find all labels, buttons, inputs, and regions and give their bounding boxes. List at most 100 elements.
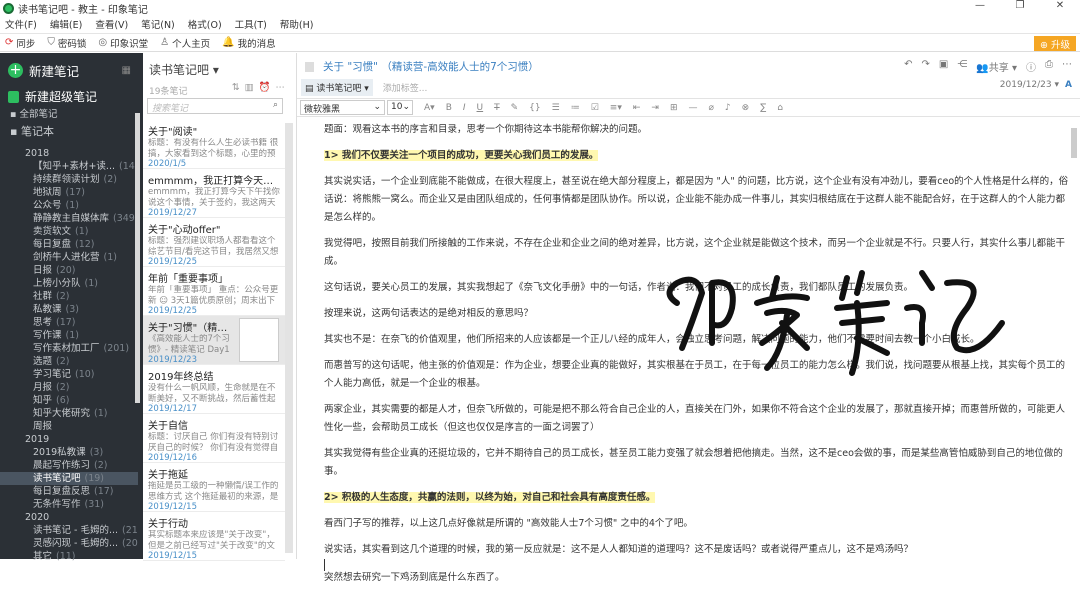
sidebar-item[interactable]: 地狱周 (17)	[0, 186, 138, 199]
note-list-item[interactable]: 关于自信标题：讨厌自己 你们有没有特别讨厌自己的时候？ 你们有没有觉得自己特别.…	[143, 414, 285, 463]
note-title[interactable]: 关于 "习惯" （精读营-高效能人士的7个习惯）	[305, 59, 539, 74]
more-icon[interactable]: ⋯	[1062, 59, 1072, 74]
link-icon[interactable]: ⊗	[742, 103, 750, 113]
attach-icon[interactable]: ⌀	[708, 103, 713, 113]
share-button[interactable]: 👥共享 ▾	[976, 59, 1017, 74]
sidebar-item[interactable]: 2019私教课 (3)	[0, 446, 138, 459]
sidebar-item[interactable]: 读书笔记 - 毛姆的...(21)	[0, 524, 138, 537]
menu-item[interactable]: 查看(V)	[95, 17, 128, 32]
sidebar-item[interactable]: 知乎 (6)	[0, 394, 138, 407]
align-icon[interactable]: ≡▾	[610, 103, 622, 113]
divider-icon[interactable]: —	[688, 103, 697, 113]
math-icon[interactable]: ∑	[760, 103, 766, 113]
sidebar-item[interactable]: 其它 (11)	[0, 550, 138, 563]
outdent-icon[interactable]: ⇤	[633, 103, 641, 113]
table-icon[interactable]: ⊞	[670, 103, 678, 113]
sidebar-item[interactable]: 上榜小分队 (1)	[0, 277, 138, 290]
note-body[interactable]: 题面：观看这本书的序言和目录，思考一个你期待这本书能帮你解决的问题。 1> 我们不…	[324, 121, 1069, 595]
bold-icon[interactable]: B	[446, 103, 452, 113]
info-icon[interactable]: ⓘ	[1026, 59, 1036, 74]
sidebar-item[interactable]: 思考 (17)	[0, 316, 138, 329]
sidebar-item[interactable]: 选题 (2)	[0, 355, 138, 368]
toolbar-button[interactable]: ♙ 个人主页	[160, 36, 210, 50]
note-list-item[interactable]: emmmm，我正打算今天下午找...emmmm，我正打算今天下午找你说这个事情，…	[143, 169, 285, 218]
search-icon[interactable]: ⌕	[273, 100, 278, 110]
note-list-item[interactable]: 关于"心动offer" 标题：强烈建议职场人都看看这个综艺节目/看完这节目，我居然…	[143, 218, 285, 267]
underline-icon[interactable]: U	[477, 103, 484, 113]
sidebar-item[interactable]: 写作素材加工厂 (201)	[0, 342, 138, 355]
sidebar-item[interactable]: 2019	[0, 433, 138, 446]
add-tag-input[interactable]: 添加标签...	[383, 81, 428, 94]
notebook-selector[interactable]: ▤ 读书笔记吧 ▾	[301, 79, 373, 96]
sidebar-item[interactable]: 知乎大佬研究 (1)	[0, 407, 138, 420]
numbered-list-icon[interactable]: ≔	[571, 103, 580, 113]
list-options[interactable]: ⇅▥⏰⋯	[232, 82, 290, 93]
strikethrough-icon[interactable]: T	[494, 103, 500, 113]
sidebar-item[interactable]: 读书笔记吧 (19)	[0, 472, 138, 485]
notebook-title[interactable]: 读书笔记吧 ▾	[149, 61, 219, 78]
note-list-item[interactable]: 关于"阅读"标题：有没有什么人生必读书籍 很搞，大家看到这个标题，心里的预期一定…	[143, 120, 285, 169]
bullet-list-icon[interactable]: ☰	[552, 103, 560, 113]
editor-scrollbar[interactable]	[1071, 128, 1077, 158]
code-icon[interactable]: {}	[529, 103, 540, 113]
sidebar-item[interactable]: 公众号 (1)	[0, 199, 138, 212]
menu-item[interactable]: 工具(T)	[235, 17, 267, 32]
view-icon[interactable]: ▥	[245, 82, 259, 93]
toolbar-button[interactable]: 🔔 我的消息	[222, 36, 275, 50]
sidebar-item[interactable]: 社群 (2)	[0, 290, 138, 303]
sidebar-item[interactable]: 周报	[0, 420, 138, 433]
sidebar-item[interactable]: 学习笔记 (10)	[0, 368, 138, 381]
sidebar-notebooks[interactable]: ▪ 笔记本	[10, 125, 148, 138]
font-size-select[interactable]: 10 ⌄	[387, 100, 413, 115]
sidebar-item[interactable]: 静静教主自媒体库 (349)	[0, 212, 138, 225]
toolbar-button[interactable]: ⛉ 密码锁	[47, 36, 86, 50]
note-list-item[interactable]: 年前「重要事项」 年前「重要事项」 重点：公众号更新 ☺ 3天1篇优质原创；周末出…	[143, 267, 285, 316]
indent-icon[interactable]: ⇥	[651, 103, 659, 113]
sidebar-item[interactable]: 月报 (2)	[0, 381, 138, 394]
sidebar-item[interactable]: 剑桥牛人进化营 (1)	[0, 251, 138, 264]
sidebar-all-notes[interactable]: ▪ 全部笔记	[10, 108, 148, 121]
reminder-icon[interactable]: ⏰	[259, 82, 276, 93]
grid-icon[interactable]: ▦	[122, 65, 131, 76]
toolbar-button[interactable]: ⟳ 同步	[5, 36, 35, 50]
note-list-item[interactable]: 关于拖延拖延是员工级的一种懒惰/误工作的思维方式 这个拖延最初的来源，是之前在.…	[143, 463, 285, 512]
upgrade-button[interactable]: ⊕ 升级	[1034, 36, 1076, 51]
sidebar-item[interactable]: 灵感闪现 - 毛姆的...(20)	[0, 537, 138, 550]
stamp-icon[interactable]: ⌂	[777, 103, 783, 113]
note-title-text[interactable]: 关于 "习惯" （精读营-高效能人士的7个习惯）	[323, 59, 539, 74]
sidebar-item[interactable]: 【知乎+素材+读... (14)	[0, 160, 138, 173]
sidebar-item[interactable]: 日报 (20)	[0, 264, 138, 277]
close-button[interactable]: ✕	[1040, 0, 1080, 11]
sort-icon[interactable]: ⇅	[232, 82, 245, 93]
italic-icon[interactable]: I	[463, 103, 466, 113]
sidebar-item[interactable]: 2018	[0, 147, 138, 160]
sidebar-item[interactable]: 私教课 (3)	[0, 303, 138, 316]
sidebar-scrollbar[interactable]	[135, 113, 140, 403]
undo-icon[interactable]: ↶	[904, 59, 912, 74]
sidebar-item[interactable]: 卖货软文 (1)	[0, 225, 138, 238]
toolbar-button[interactable]: ◎ 印象识堂	[98, 36, 148, 50]
more-icon[interactable]: ⋯	[276, 82, 291, 93]
present-icon[interactable]: ▣	[939, 59, 948, 74]
minimize-button[interactable]: —	[960, 0, 1000, 11]
highlight-icon[interactable]: ✎	[511, 103, 519, 113]
search-input[interactable]: 搜索笔记 ⌕	[147, 98, 283, 114]
share-link-icon[interactable]: ⋲	[957, 59, 967, 74]
print-icon[interactable]: ⎙	[1045, 59, 1053, 74]
menu-item[interactable]: 编辑(E)	[50, 17, 82, 32]
font-style-icon[interactable]: A	[1065, 80, 1072, 90]
audio-icon[interactable]: ♪	[725, 103, 731, 113]
menu-item[interactable]: 帮助(H)	[280, 17, 314, 32]
sidebar-item[interactable]: 持续群领读计划 (2)	[0, 173, 138, 186]
note-date[interactable]: 2019/12/23 ▾ A	[1000, 80, 1072, 90]
checkbox-icon[interactable]: ☑	[591, 103, 599, 113]
maximize-button[interactable]: ❐	[1000, 0, 1040, 11]
redo-icon[interactable]: ↷	[922, 59, 930, 74]
sidebar-item[interactable]: 无条件写作 (31)	[0, 498, 138, 511]
note-list-item[interactable]: 关于行动其实标题本来应该是"关于改变"，但是之前已经写过"关于改变"的文章了。那…	[143, 512, 285, 561]
font-family-select[interactable]: 微软雅黑 ⌄	[300, 100, 385, 115]
sidebar-item[interactable]: 晨起写作练习 (2)	[0, 459, 138, 472]
sidebar-item[interactable]: 2020	[0, 511, 138, 524]
text-color-icon[interactable]: A▾	[424, 103, 435, 113]
note-list-item[interactable]: 关于"习惯"（精读营...《高效能人士的7个习惯》- 精读笔记 Day1 ...…	[143, 316, 285, 365]
